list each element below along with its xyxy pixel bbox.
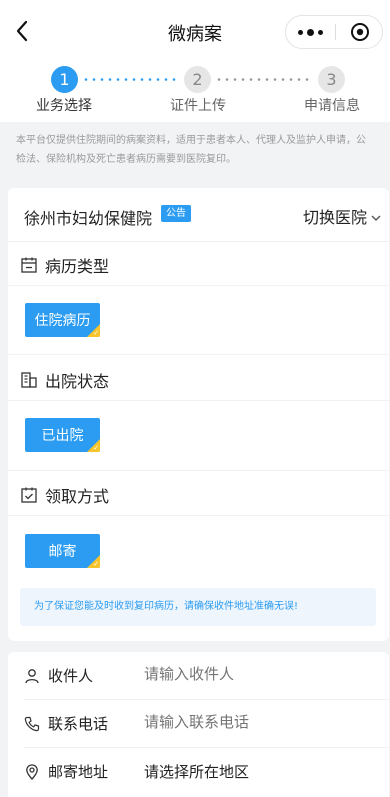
discharge-status-header: 出院状态 xyxy=(20,368,109,392)
check-icon: ✓ xyxy=(93,329,99,337)
region-select[interactable]: 请选择所在地区 xyxy=(144,761,374,782)
option-label: 已出院 xyxy=(41,428,84,444)
more-menu-button[interactable] xyxy=(286,16,335,48)
progress-steps: 1 2 3 业务选择 证件上传 申请信息 xyxy=(0,62,390,122)
record-type-option-inpatient[interactable]: 住院病历 ✓ xyxy=(25,303,100,337)
switch-hospital-label: 切换医院 xyxy=(302,208,367,227)
option-label: 住院病历 xyxy=(34,313,91,329)
user-icon xyxy=(25,669,39,684)
calendar-check-icon xyxy=(21,487,37,503)
dot-icon xyxy=(318,29,323,35)
chevron-down-icon xyxy=(371,215,381,221)
service-notice: 本平台仅提供住院期间的病案资料，适用于患者本人、代理人及监护人申请，公检法、保险… xyxy=(16,135,366,165)
divider xyxy=(8,515,389,516)
nav-bar: 微病案 xyxy=(0,0,390,62)
discharge-status-option-discharged[interactable]: 已出院 ✓ xyxy=(25,418,100,452)
record-type-header: 病历类型 xyxy=(20,253,109,277)
divider xyxy=(8,354,389,355)
hospital-row: 徐州市妇幼保健院 公告 切换医院 xyxy=(8,188,389,242)
location-pin-icon xyxy=(26,764,38,780)
building-icon xyxy=(21,372,37,388)
close-mini-program-button[interactable] xyxy=(336,16,383,48)
divider xyxy=(8,470,389,471)
option-label: 邮寄 xyxy=(48,544,77,560)
address-tip: 为了保证您能及时收到复印病历，请确保收件地址准确无误! xyxy=(20,588,376,626)
discharge-status-title: 出院状态 xyxy=(45,372,110,391)
check-icon: ✓ xyxy=(93,444,99,452)
step-3-label: 申请信息 xyxy=(304,98,360,114)
step-2-label: 证件上传 xyxy=(170,98,226,114)
step-connector xyxy=(217,78,309,81)
phone-label: 联系电话 xyxy=(48,715,109,733)
address-row[interactable]: 邮寄地址 请选择所在地区 xyxy=(8,748,389,796)
record-type-title: 病历类型 xyxy=(45,257,110,276)
dot-icon xyxy=(307,28,314,36)
address-label: 邮寄地址 xyxy=(48,763,109,781)
switch-hospital-button[interactable]: 切换医院 xyxy=(303,204,381,228)
recipient-form-card: 收件人 联系电话 邮寄地址 请选择所在地区 xyxy=(8,652,389,797)
target-close-icon xyxy=(350,23,369,41)
announcement-badge[interactable]: 公告 xyxy=(161,205,191,222)
pickup-method-title: 领取方式 xyxy=(45,487,110,506)
recipient-input[interactable] xyxy=(144,665,374,683)
step-1-label: 业务选择 xyxy=(36,98,92,114)
divider xyxy=(8,400,389,401)
step-3-circle: 3 xyxy=(318,66,345,93)
divider xyxy=(8,285,389,286)
pickup-method-header: 领取方式 xyxy=(20,483,109,507)
hospital-name: 徐州市妇幼保健院 xyxy=(24,209,153,228)
phone-row: 联系电话 xyxy=(8,700,389,748)
phone-input[interactable] xyxy=(144,713,374,731)
phone-icon xyxy=(24,716,40,732)
step-2-circle: 2 xyxy=(184,66,211,93)
recipient-label: 收件人 xyxy=(48,667,94,685)
calendar-icon xyxy=(21,257,37,273)
step-1-circle: 1 xyxy=(51,66,78,93)
mini-program-capsule xyxy=(285,15,383,49)
recipient-row: 收件人 xyxy=(8,652,389,700)
pickup-method-option-mail[interactable]: 邮寄 ✓ xyxy=(25,534,100,568)
check-icon: ✓ xyxy=(93,560,99,568)
step-connector xyxy=(84,78,176,81)
dot-icon xyxy=(298,29,303,35)
business-selection-card: 徐州市妇幼保健院 公告 切换医院 病历类型 住院病历 ✓ 出院状态 已出院 ✓ … xyxy=(8,188,389,641)
